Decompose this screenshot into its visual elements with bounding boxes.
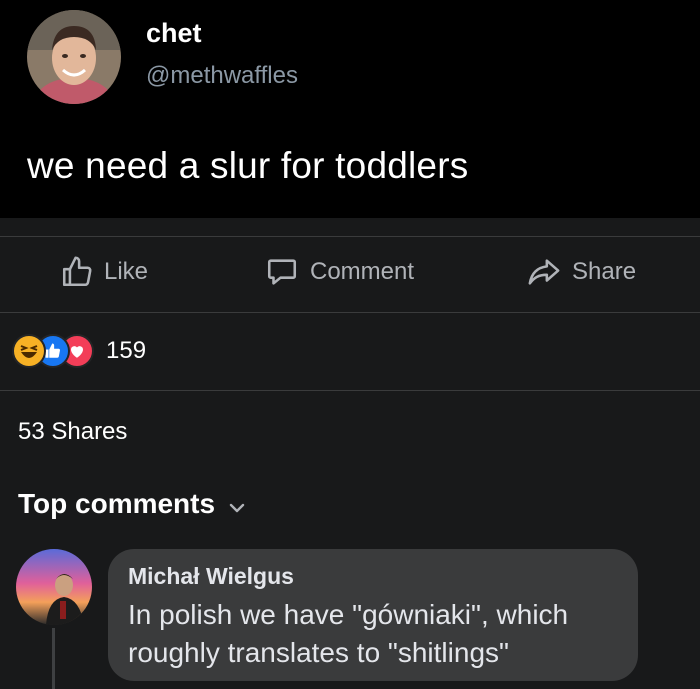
like-label: Like xyxy=(104,258,149,285)
haha-icon xyxy=(12,334,46,368)
post-action-bar: Like Comment Share xyxy=(0,240,700,312)
comment-sort-label: Top comments xyxy=(18,488,216,519)
commenter-avatar[interactable] xyxy=(16,549,92,625)
reaction-count: 159 xyxy=(106,337,147,364)
comment-author[interactable]: Michał Wielgus xyxy=(128,563,618,590)
divider xyxy=(0,312,700,313)
comment-button[interactable]: Comment xyxy=(264,255,414,289)
comment-thread-line xyxy=(52,628,55,689)
comment-sort-dropdown[interactable]: Top comments xyxy=(18,488,245,520)
reaction-summary[interactable]: 159 xyxy=(12,334,146,368)
share-button[interactable]: Share xyxy=(526,255,636,289)
share-arrow-icon xyxy=(526,255,562,289)
divider xyxy=(0,236,700,237)
share-label: Share xyxy=(572,258,637,285)
comment-label: Comment xyxy=(310,258,415,285)
comment-bubble: Michał Wielgus In polish we have "gównia… xyxy=(108,549,638,681)
share-count[interactable]: 53 Shares xyxy=(18,418,127,446)
speech-bubble-icon xyxy=(264,255,300,289)
chevron-down-icon xyxy=(229,488,245,520)
tweet-avatar[interactable] xyxy=(27,10,121,104)
comment-text-line: In polish we have "gówniaki", which xyxy=(128,599,569,630)
tweet-text: we need a slur for toddlers xyxy=(27,145,469,186)
comment-text-line: roughly translates to "shitlings" xyxy=(128,637,509,668)
like-button[interactable]: Like xyxy=(60,255,148,289)
tweet-author-name[interactable]: chet xyxy=(146,18,202,49)
tweet-card: chet @methwaffles we need a slur for tod… xyxy=(0,0,700,218)
tweet-author-handle[interactable]: @methwaffles xyxy=(146,62,298,90)
divider xyxy=(0,390,700,391)
thumbs-up-icon xyxy=(60,255,94,289)
